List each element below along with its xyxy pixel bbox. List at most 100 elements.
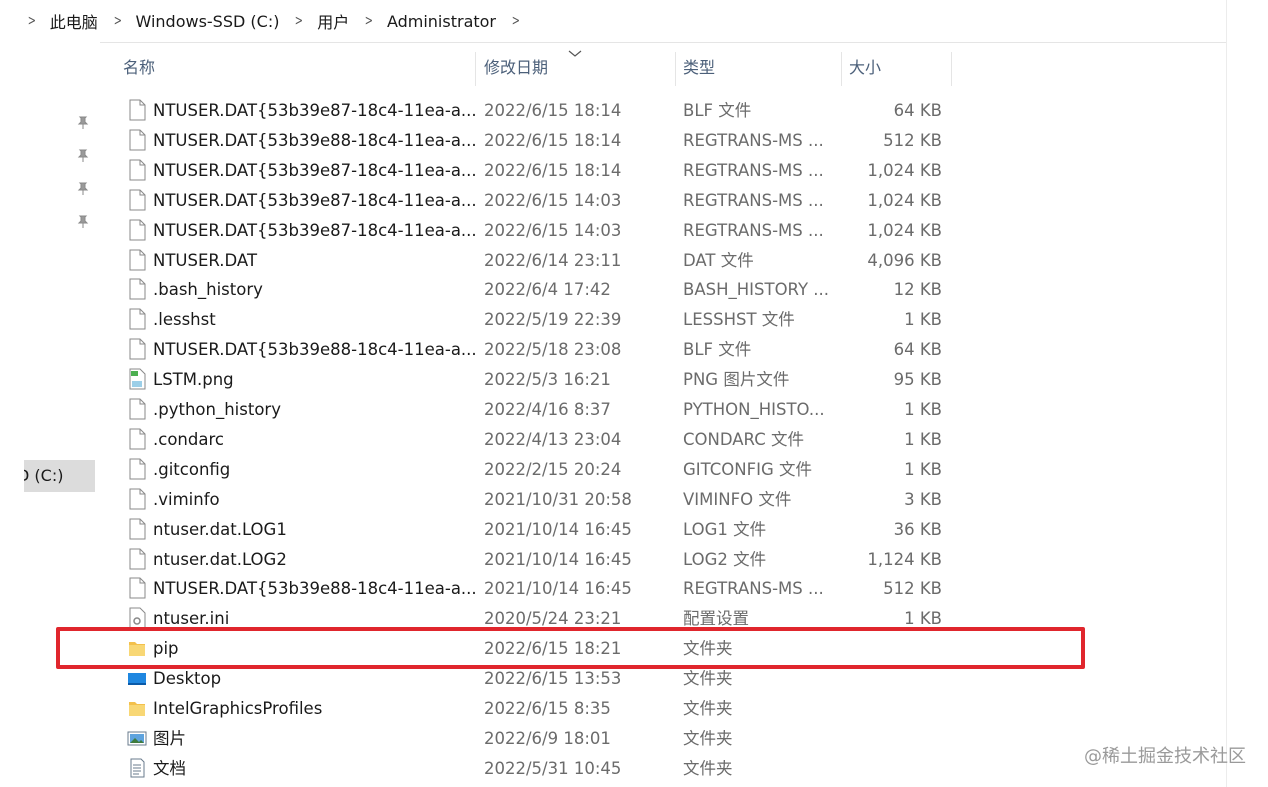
file-name: NTUSER.DAT xyxy=(153,250,258,270)
file-row[interactable]: ntuser.dat.LOG2 2021/10/14 16:45 LOG2 文件 1,… xyxy=(105,545,955,575)
column-divider[interactable] xyxy=(475,52,476,86)
breadcrumb-drive[interactable]: Windows-SSD (C:) xyxy=(135,12,279,31)
file-size: 1,024 KB xyxy=(867,160,942,180)
file-modified-date: 2022/5/31 10:45 xyxy=(484,758,622,778)
column-header-date[interactable]: 修改日期 xyxy=(484,48,548,88)
column-header-type[interactable]: 类型 xyxy=(683,48,715,88)
file-row[interactable]: NTUSER.DAT{53b39e88-18c4-11ea-a... 2021/1… xyxy=(105,574,955,604)
chevron-right-icon[interactable]: > xyxy=(295,13,303,29)
file-type: PYTHON_HISTO... xyxy=(683,400,825,419)
file-type: REGTRANS-MS ... xyxy=(683,190,824,210)
file-row[interactable]: 文档 2022/5/31 10:45 文件夹 xyxy=(105,754,955,784)
file-modified-date: 2022/6/4 17:42 xyxy=(484,280,611,300)
file-size: 12 KB xyxy=(893,280,942,300)
file-size: 1 KB xyxy=(904,310,942,330)
file-type: GITCONFIG 文件 xyxy=(683,459,813,479)
file-size: 512 KB xyxy=(883,130,942,150)
breadcrumb-this-pc[interactable]: 此电脑 xyxy=(50,9,98,33)
file-modified-date: 2022/6/15 14:03 xyxy=(484,220,622,240)
file-name: NTUSER.DAT{53b39e87-18c4-11ea-a... xyxy=(153,160,477,180)
documents-folder-icon xyxy=(127,757,147,779)
file-name: .lesshst xyxy=(153,310,216,330)
file-row[interactable]: NTUSER.DAT 2022/6/14 23:11 DAT 文件 4,096 KB xyxy=(105,246,955,276)
chevron-right-icon[interactable]: > xyxy=(28,13,36,29)
file-name: 文档 xyxy=(153,758,186,778)
file-type: LOG2 文件 xyxy=(683,549,767,569)
file-row[interactable]: .gitconfig 2022/2/15 20:24 GITCONFIG 文件 1 K… xyxy=(105,455,955,485)
file-modified-date: 2022/6/9 18:01 xyxy=(484,728,611,748)
file-row[interactable]: 图片 2022/6/9 18:01 文件夹 xyxy=(105,724,955,754)
file-row[interactable]: NTUSER.DAT{53b39e87-18c4-11ea-a... 2022/6… xyxy=(105,96,955,126)
file-type: BASH_HISTORY ... xyxy=(683,280,830,300)
file-type: 文件夹 xyxy=(683,728,733,748)
file-name: .viminfo xyxy=(153,489,220,509)
file-size: 3 KB xyxy=(904,489,942,509)
nav-drive-item[interactable]: D (C:) xyxy=(24,460,95,492)
file-row[interactable]: NTUSER.DAT{53b39e88-18c4-11ea-a... 2022/5… xyxy=(105,335,955,365)
file-icon xyxy=(127,338,147,360)
file-row[interactable]: NTUSER.DAT{53b39e87-18c4-11ea-a... 2022/6… xyxy=(105,156,955,186)
column-divider[interactable] xyxy=(841,52,842,86)
pin-icon[interactable] xyxy=(76,182,90,196)
column-header-size[interactable]: 大小 xyxy=(849,48,881,88)
pin-icon[interactable] xyxy=(76,149,90,163)
file-row[interactable]: ntuser.dat.LOG1 2021/10/14 16:45 LOG1 文件 36… xyxy=(105,515,955,545)
file-size: 64 KB xyxy=(893,101,942,120)
file-row[interactable]: NTUSER.DAT{53b39e87-18c4-11ea-a... 2022/6… xyxy=(105,186,955,216)
file-row[interactable]: .bash_history 2022/6/4 17:42 BASH_HISTORY … xyxy=(105,275,955,305)
file-type: PNG 图片文件 xyxy=(683,370,790,390)
file-row[interactable]: .condarc 2022/4/13 23:04 CONDARC 文件 1 KB xyxy=(105,425,955,455)
chevron-right-icon[interactable]: > xyxy=(512,13,520,29)
file-icon xyxy=(127,99,147,121)
file-row[interactable]: NTUSER.DAT{53b39e88-18c4-11ea-a... 2022/6… xyxy=(105,126,955,156)
file-icon xyxy=(127,577,147,599)
pin-icon[interactable] xyxy=(76,215,90,229)
file-row[interactable]: LSTM.png 2022/5/3 16:21 PNG 图片文件 95 KB xyxy=(105,365,955,395)
file-modified-date: 2022/4/16 8:37 xyxy=(484,400,611,419)
file-type: DAT 文件 xyxy=(683,250,754,270)
file-type: REGTRANS-MS ... xyxy=(683,160,824,180)
file-name: NTUSER.DAT{53b39e88-18c4-11ea-a... xyxy=(153,340,477,360)
file-icon xyxy=(127,458,147,480)
file-name: LSTM.png xyxy=(153,370,234,390)
file-name: .python_history xyxy=(153,400,281,419)
column-divider[interactable] xyxy=(675,52,676,86)
file-row[interactable]: NTUSER.DAT{53b39e87-18c4-11ea-a... 2022/6… xyxy=(105,216,955,246)
file-size: 1,124 KB xyxy=(867,549,942,569)
file-modified-date: 2022/6/15 18:14 xyxy=(484,160,622,180)
file-name: NTUSER.DAT{53b39e88-18c4-11ea-a... xyxy=(153,130,477,150)
file-modified-date: 2021/10/14 16:45 xyxy=(484,549,632,569)
file-row[interactable]: .lesshst 2022/5/19 22:39 LESSHST 文件 1 KB xyxy=(105,305,955,335)
file-name: NTUSER.DAT{53b39e87-18c4-11ea-a... xyxy=(153,220,477,240)
file-modified-date: 2022/6/15 8:35 xyxy=(484,699,611,718)
file-row[interactable]: .viminfo 2021/10/31 20:58 VIMINFO 文件 3 KB xyxy=(105,485,955,515)
folder-icon xyxy=(127,697,147,719)
file-size: 64 KB xyxy=(893,340,942,360)
file-size: 1 KB xyxy=(904,400,942,419)
file-type: VIMINFO 文件 xyxy=(683,489,792,509)
breadcrumb-users[interactable]: 用户 xyxy=(317,9,349,33)
breadcrumb-administrator[interactable]: Administrator xyxy=(387,12,496,31)
file-modified-date: 2021/10/14 16:45 xyxy=(484,579,632,599)
column-divider[interactable] xyxy=(951,52,952,86)
breadcrumb: > 此电脑 > Windows-SSD (C:) > 用户 > Administ… xyxy=(0,0,1226,43)
sort-descending-icon xyxy=(568,50,582,57)
file-size: 1,024 KB xyxy=(867,190,942,210)
file-icon xyxy=(127,189,147,211)
column-header-name[interactable]: 名称 xyxy=(123,48,155,88)
file-icon xyxy=(127,219,147,241)
file-name: .bash_history xyxy=(153,280,263,300)
file-row[interactable]: .python_history 2022/4/16 8:37 PYTHON_HIST… xyxy=(105,395,955,425)
image-file-icon xyxy=(127,368,147,390)
column-header-row: 名称 修改日期 类型 大小 xyxy=(105,48,955,88)
file-type: BLF 文件 xyxy=(683,340,752,360)
chevron-right-icon[interactable]: > xyxy=(114,13,122,29)
file-row[interactable]: IntelGraphicsProfiles 2022/6/15 8:35 文件夹 xyxy=(105,694,955,724)
file-modified-date: 2022/6/15 18:14 xyxy=(484,101,622,120)
file-icon xyxy=(127,308,147,330)
chevron-right-icon[interactable]: > xyxy=(365,13,373,29)
file-modified-date: 2022/5/19 22:39 xyxy=(484,310,622,330)
file-name: NTUSER.DAT{53b39e88-18c4-11ea-a... xyxy=(153,579,477,599)
file-icon xyxy=(127,129,147,151)
pin-icon[interactable] xyxy=(76,116,90,130)
